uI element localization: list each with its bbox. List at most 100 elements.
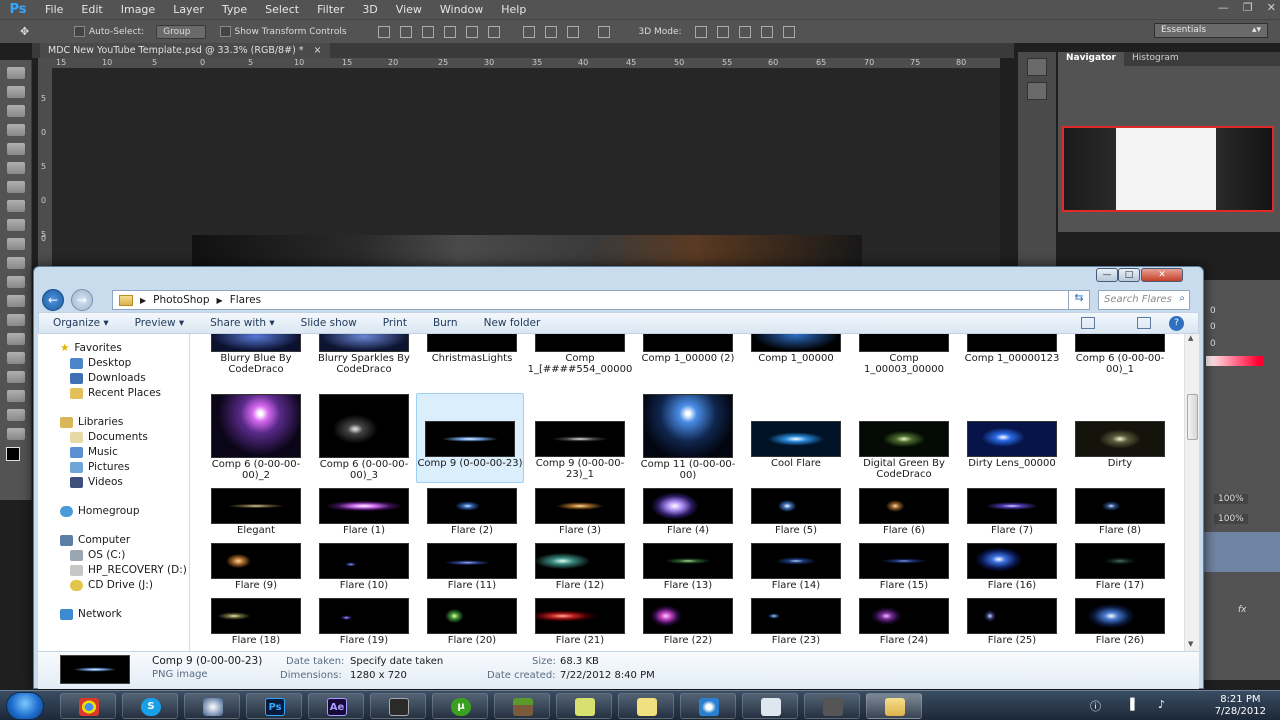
fx-icon[interactable]: fx — [1238, 605, 1247, 615]
file-tile[interactable]: Comp 1_00000 — [742, 334, 850, 365]
align-middle-icon[interactable] — [399, 25, 412, 38]
file-tile[interactable]: Blurry Sparkles By CodeDraco — [310, 334, 418, 375]
share-with-button[interactable]: Share with ▾ — [197, 317, 288, 329]
value-field[interactable]: 0 — [1210, 306, 1216, 316]
scroll-down-icon[interactable]: ▼ — [1188, 640, 1193, 648]
file-tile[interactable]: Flare (24) — [850, 598, 958, 647]
minimize-button[interactable]: — — [1096, 268, 1118, 282]
transform-checkbox[interactable] — [219, 26, 231, 37]
restore-icon[interactable]: ❐ — [1243, 1, 1253, 14]
color-ramp[interactable] — [1206, 356, 1264, 366]
close-icon[interactable]: ✕ — [1267, 1, 1276, 14]
tab-navigator[interactable]: Navigator — [1058, 52, 1124, 66]
nav-libraries[interactable]: Libraries — [78, 416, 123, 428]
align-left-icon[interactable] — [443, 25, 456, 38]
file-tile[interactable]: Flare (25) — [958, 598, 1066, 647]
file-tile[interactable]: Flare (15) — [850, 543, 958, 592]
file-tile[interactable]: Flare (6) — [850, 488, 958, 537]
taskbar-chrome[interactable] — [60, 693, 116, 719]
back-button[interactable]: ← — [42, 289, 64, 311]
path-select-tool-icon[interactable] — [7, 371, 25, 383]
taskbar-explorer[interactable] — [866, 693, 922, 719]
menu-filter[interactable]: Filter — [308, 3, 353, 16]
brush-tool-icon[interactable] — [7, 200, 25, 212]
file-tile[interactable]: Flare (4) — [634, 488, 742, 537]
close-button[interactable]: ✕ — [1141, 268, 1183, 282]
taskbar-calculator[interactable] — [742, 693, 798, 719]
nav-music[interactable]: Music — [88, 446, 118, 458]
forward-button[interactable]: → — [71, 289, 93, 311]
nav-os-drive[interactable]: OS (C:) — [88, 549, 125, 561]
maximize-button[interactable]: □ — [1118, 268, 1140, 282]
taskbar-ie[interactable] — [680, 693, 736, 719]
stamp-tool-icon[interactable] — [7, 219, 25, 231]
nav-computer[interactable]: Computer — [78, 534, 130, 546]
taskbar-sticky[interactable] — [618, 693, 674, 719]
file-tile[interactable]: Flare (23) — [742, 598, 850, 647]
value-field[interactable]: 0 — [1210, 322, 1216, 332]
file-tile[interactable]: Cool Flare — [742, 421, 850, 470]
navigator-preview[interactable] — [1062, 126, 1274, 212]
file-tile[interactable]: Flare (11) — [418, 543, 526, 592]
breadcrumb-flares[interactable]: Flares — [230, 294, 261, 306]
dodge-tool-icon[interactable] — [7, 314, 25, 326]
file-tile[interactable]: Flare (13) — [634, 543, 742, 592]
taskbar-after-effects[interactable]: Ae — [308, 693, 364, 719]
burn-button[interactable]: Burn — [420, 317, 471, 329]
auto-select-checkbox[interactable] — [74, 26, 85, 37]
file-tile[interactable]: Elegant — [202, 488, 310, 537]
file-tile[interactable]: Comp 6 (0-00-00-00)_3 — [310, 394, 418, 481]
fill-value[interactable]: 100% — [1214, 514, 1248, 524]
nav-pictures[interactable]: Pictures — [88, 461, 130, 473]
taskbar-utorrent[interactable]: µ — [432, 693, 488, 719]
align-right-icon[interactable] — [487, 25, 500, 38]
nav-recovery-drive[interactable]: HP_RECOVERY (D:) — [88, 564, 187, 576]
eyedropper-tool-icon[interactable] — [7, 162, 25, 174]
file-tile[interactable]: Comp 11 (0-00-00-00) — [634, 394, 742, 481]
file-tile[interactable]: Flare (17) — [1066, 543, 1174, 592]
nav-documents[interactable]: Documents — [88, 431, 148, 443]
notification-icon[interactable]: ⓘ — [1090, 698, 1101, 714]
file-tile[interactable]: Comp 1_00000123 — [958, 334, 1066, 365]
file-tile[interactable]: Flare (19) — [310, 598, 418, 647]
lasso-tool-icon[interactable] — [7, 105, 25, 117]
nav-homegroup[interactable]: Homegroup — [78, 505, 140, 517]
file-tile[interactable]: Flare (16) — [958, 543, 1066, 592]
organize-button[interactable]: Organize ▾ — [39, 317, 122, 329]
file-tile[interactable]: Flare (3) — [526, 488, 634, 537]
menu-layer[interactable]: Layer — [164, 3, 213, 16]
taskbar-clock[interactable]: 8:21 PM 7/28/2012 — [1215, 694, 1266, 718]
file-tile[interactable]: Comp 6 (0-00-00-00)_2 — [202, 394, 310, 481]
file-tile[interactable]: Comp 1_[####554_00000 — [526, 334, 634, 375]
auto-align-icon[interactable] — [597, 25, 610, 38]
taskbar-skype[interactable]: S — [122, 693, 178, 719]
preview-button[interactable]: Preview ▾ — [122, 317, 197, 329]
menu-edit[interactable]: Edit — [72, 3, 111, 16]
scrollbar-thumb[interactable] — [1187, 394, 1198, 440]
minimize-icon[interactable]: — — [1218, 1, 1229, 14]
taskbar-notes[interactable] — [556, 693, 612, 719]
properties-panel-icon[interactable] — [1027, 82, 1047, 100]
file-tile[interactable]: Dirty Lens_00000 — [958, 421, 1066, 470]
menu-image[interactable]: Image — [112, 3, 164, 16]
marquee-tool-icon[interactable] — [7, 86, 25, 98]
roll-3d-icon[interactable] — [716, 25, 729, 38]
opacity-value[interactable]: 100% — [1214, 494, 1248, 504]
file-tile[interactable]: Flare (14) — [742, 543, 850, 592]
file-tile[interactable]: Comp 1_00000 (2) — [634, 334, 742, 365]
file-tile[interactable]: Flare (2) — [418, 488, 526, 537]
vertical-scrollbar[interactable]: ▲ ▼ — [1184, 334, 1199, 651]
file-tile[interactable]: Flare (9) — [202, 543, 310, 592]
history-brush-tool-icon[interactable] — [7, 238, 25, 250]
file-tile[interactable]: Flare (21) — [526, 598, 634, 647]
workspace-select[interactable]: Essentials ▴▾ — [1154, 23, 1268, 38]
scroll-up-icon[interactable]: ▲ — [1188, 334, 1193, 342]
rotate-3d-icon[interactable] — [694, 25, 707, 38]
nav-recent-places[interactable]: Recent Places — [88, 387, 161, 399]
file-tile[interactable]: Flare (8) — [1066, 488, 1174, 537]
move-tool-icon[interactable] — [7, 67, 25, 79]
quick-select-tool-icon[interactable] — [7, 124, 25, 136]
taskbar-camera[interactable] — [804, 693, 860, 719]
gradient-tool-icon[interactable] — [7, 276, 25, 288]
menu-select[interactable]: Select — [256, 3, 308, 16]
